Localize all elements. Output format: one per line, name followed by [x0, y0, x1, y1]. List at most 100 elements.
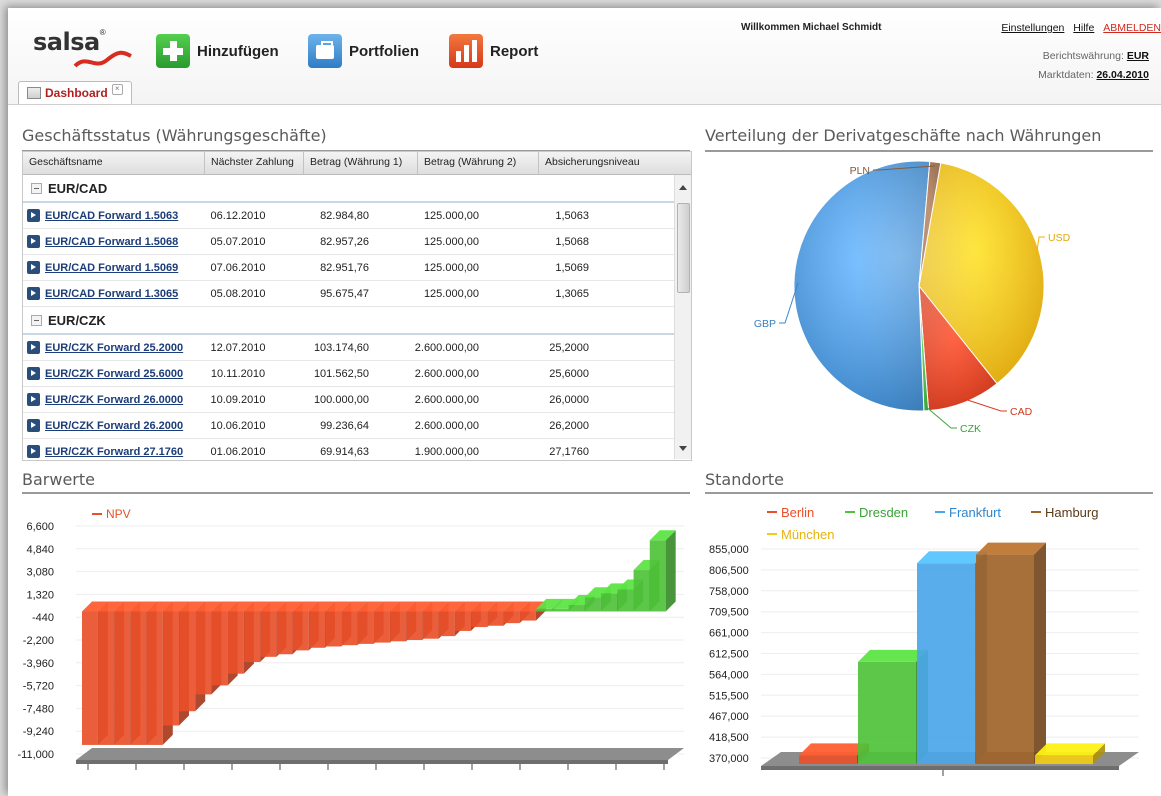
col-header-name[interactable]: Geschäftsname [23, 152, 205, 174]
table-row[interactable]: EUR/CZK Forward 26.0000 10.09.2010 100.000… [23, 387, 691, 413]
hedge-level-cell: 1,5069 [555, 261, 589, 274]
amount2-cell: 2.600.000,00 [414, 367, 479, 380]
table-row[interactable]: EUR/CZK Forward 27.1760 01.06.2010 69.914,… [23, 439, 691, 460]
pie-label-pln: PLN [850, 165, 870, 177]
npv-legend: NPV [92, 507, 131, 521]
deals-grid: Geschäftsname Nächster Zahlung Betrag (W… [22, 151, 692, 461]
legend-item-hamburg[interactable]: Hamburg [1031, 505, 1098, 520]
hedge-level-cell: 27,1760 [549, 445, 589, 458]
pie-slice-gbp[interactable] [793, 160, 931, 412]
portfolios-button[interactable]: Portfolien [308, 34, 419, 68]
close-tab-icon[interactable]: × [111, 83, 123, 95]
deal-link[interactable]: EUR/CAD Forward 1.5068 [45, 236, 178, 248]
locations-y-tick: 758,000 [709, 586, 749, 598]
amount1-cell: 82.957,26 [320, 235, 369, 248]
legend-label: Berlin [781, 505, 814, 520]
group-row[interactable]: EUR/CAD [23, 175, 691, 203]
npv-y-tick: -2,200 [23, 635, 54, 647]
help-link[interactable]: Hilfe [1073, 22, 1094, 34]
expand-arrow-icon[interactable] [27, 445, 40, 458]
next-payment-cell: 10.09.2010 [210, 393, 266, 406]
npv-y-tick: 6,600 [26, 521, 54, 533]
deal-link[interactable]: EUR/CZK Forward 27.1760 [45, 446, 183, 458]
table-row[interactable]: EUR/CZK Forward 25.2000 12.07.2010 103.174… [23, 335, 691, 361]
deal-link[interactable]: EUR/CAD Forward 1.3065 [45, 288, 178, 300]
col-header-amount1[interactable]: Betrag (Währung 1) [304, 152, 418, 174]
locations-y-tick: 806,500 [709, 565, 749, 577]
table-row[interactable]: EUR/CAD Forward 1.3065 05.08.2010 95.675,4… [23, 281, 691, 307]
welcome-text: Willkommen Michael Schmidt [741, 22, 882, 33]
collapse-icon[interactable] [31, 182, 42, 194]
deal-name-cell: EUR/CAD Forward 1.3065 [23, 287, 194, 300]
report-button-label: Report [490, 42, 539, 60]
hedge-level-cell: 26,2000 [549, 419, 589, 432]
deal-link[interactable]: EUR/CZK Forward 26.0000 [45, 394, 183, 406]
table-row[interactable]: EUR/CAD Forward 1.5068 05.07.2010 82.957,2… [23, 229, 691, 255]
legend-item-münchen[interactable]: München [767, 527, 834, 542]
next-payment-cell: 10.11.2010 [210, 367, 266, 380]
expand-arrow-icon[interactable] [27, 235, 40, 248]
salsa-logo[interactable]: salsa® [33, 28, 132, 68]
grid-scrollbar[interactable] [674, 175, 691, 459]
locations-y-tick: 855,000 [709, 544, 749, 556]
col-header-amount2[interactable]: Betrag (Währung 2) [418, 152, 539, 174]
scroll-thumb[interactable] [677, 203, 690, 293]
locations-y-tick: 370,000 [709, 753, 749, 765]
legend-label: München [781, 527, 834, 542]
table-row[interactable]: EUR/CZK Forward 26.2000 10.06.2010 99.236,… [23, 413, 691, 439]
npv-y-tick: 1,320 [26, 589, 54, 601]
report-button[interactable]: Report [449, 34, 538, 68]
group-label: EUR/CZK [48, 312, 106, 328]
group-label: EUR/CAD [48, 180, 108, 196]
add-button[interactable]: Hinzufügen [156, 34, 279, 68]
expand-arrow-icon[interactable] [27, 261, 40, 274]
next-payment-cell: 05.08.2010 [210, 287, 266, 300]
deal-link[interactable]: EUR/CAD Forward 1.5069 [45, 262, 178, 274]
deal-link[interactable]: EUR/CAD Forward 1.5063 [45, 210, 178, 222]
reporting-currency: Berichtswährung: EUR [1043, 50, 1149, 62]
scroll-up-icon[interactable] [679, 185, 687, 190]
npv-legend-label: NPV [106, 507, 131, 521]
legend-item-dresden[interactable]: Dresden [845, 505, 908, 520]
table-row[interactable]: EUR/CAD Forward 1.5063 06.12.2010 82.984,8… [23, 203, 691, 229]
expand-arrow-icon[interactable] [27, 419, 40, 432]
npv-y-tick: -440 [32, 612, 54, 624]
locations-y-tick: 418,500 [709, 732, 749, 744]
hedge-level-cell: 1,5068 [555, 235, 589, 248]
deal-name-cell: EUR/CAD Forward 1.5063 [23, 209, 194, 222]
tab-dashboard[interactable]: Dashboard × [18, 81, 132, 104]
expand-arrow-icon[interactable] [27, 341, 40, 354]
deal-link[interactable]: EUR/CZK Forward 25.6000 [45, 368, 183, 380]
group-row[interactable]: EUR/CZK [23, 307, 691, 335]
legend-item-berlin[interactable]: Berlin [767, 505, 814, 520]
npv-bar[interactable] [649, 530, 676, 612]
deal-link[interactable]: EUR/CZK Forward 25.2000 [45, 342, 183, 354]
npv-y-tick: -5,720 [23, 681, 54, 693]
deal-link[interactable]: EUR/CZK Forward 26.2000 [45, 420, 183, 432]
amount1-cell: 82.951,76 [320, 261, 369, 274]
logout-link[interactable]: ABMELDEN [1103, 22, 1161, 34]
col-header-next-payment[interactable]: Nächster Zahlung [205, 152, 304, 174]
expand-arrow-icon[interactable] [27, 393, 40, 406]
npv-panel-title: Barwerte [22, 470, 95, 489]
expand-arrow-icon[interactable] [27, 367, 40, 380]
locations-panel-rule [705, 492, 1153, 494]
location-bar-münchen[interactable] [1035, 743, 1105, 764]
col-header-hedge-level[interactable]: Absicherungsniveau [539, 152, 659, 174]
amount1-cell: 99.236,64 [320, 419, 369, 432]
npv-y-tick: 3,080 [26, 567, 54, 579]
table-row[interactable]: EUR/CAD Forward 1.5069 07.06.2010 82.951,7… [23, 255, 691, 281]
next-payment-cell: 07.06.2010 [210, 261, 266, 274]
location-bar-hamburg[interactable] [976, 542, 1046, 764]
pie-label-czk: CZK [960, 423, 981, 435]
scroll-down-icon[interactable] [679, 446, 687, 451]
settings-link[interactable]: Einstellungen [1001, 22, 1064, 34]
expand-arrow-icon[interactable] [27, 209, 40, 222]
npv-y-tick: -11,000 [18, 749, 54, 761]
table-row[interactable]: EUR/CZK Forward 25.6000 10.11.2010 101.562… [23, 361, 691, 387]
market-data-date[interactable]: 26.04.2010 [1096, 69, 1149, 81]
legend-item-frankfurt[interactable]: Frankfurt [935, 505, 1001, 520]
reporting-currency-value[interactable]: EUR [1127, 50, 1149, 62]
expand-arrow-icon[interactable] [27, 287, 40, 300]
collapse-icon[interactable] [31, 314, 42, 326]
